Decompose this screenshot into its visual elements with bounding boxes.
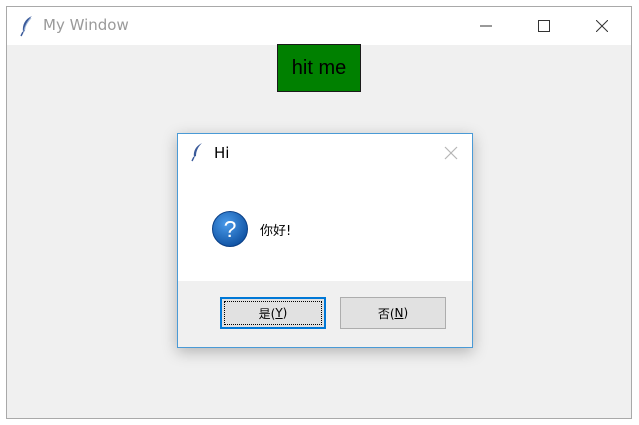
message-dialog: Hi ? 你好! 是(Y) 否(N): [177, 133, 473, 348]
close-icon: [596, 20, 608, 32]
question-icon: ?: [212, 211, 248, 247]
yes-button[interactable]: 是(Y): [220, 297, 326, 329]
maximize-icon: [538, 20, 550, 32]
svg-text:?: ?: [224, 216, 237, 242]
no-button[interactable]: 否(N): [340, 297, 446, 329]
feather-icon: [191, 143, 202, 162]
window-title: My Window: [43, 16, 129, 34]
minimize-icon: [480, 25, 492, 27]
close-button[interactable]: [573, 7, 631, 45]
dialog-message: 你好!: [260, 224, 292, 239]
yes-button-label-end: ): [282, 306, 288, 320]
yes-button-label: 是(: [258, 306, 276, 321]
minimize-button[interactable]: [457, 7, 515, 45]
no-button-label: 否(: [377, 306, 395, 321]
hit-me-button[interactable]: hit me: [277, 44, 361, 92]
no-button-accelerator: N: [394, 306, 404, 320]
maximize-button[interactable]: [515, 7, 573, 45]
dialog-close-icon[interactable]: [444, 146, 458, 160]
yes-button-accelerator: Y: [275, 306, 283, 320]
no-button-label-end: ): [403, 306, 409, 320]
dialog-title: Hi: [214, 144, 230, 162]
dialog-footer: 是(Y) 否(N): [178, 281, 472, 347]
feather-icon: [20, 16, 32, 37]
window-titlebar[interactable]: My Window: [7, 7, 631, 45]
